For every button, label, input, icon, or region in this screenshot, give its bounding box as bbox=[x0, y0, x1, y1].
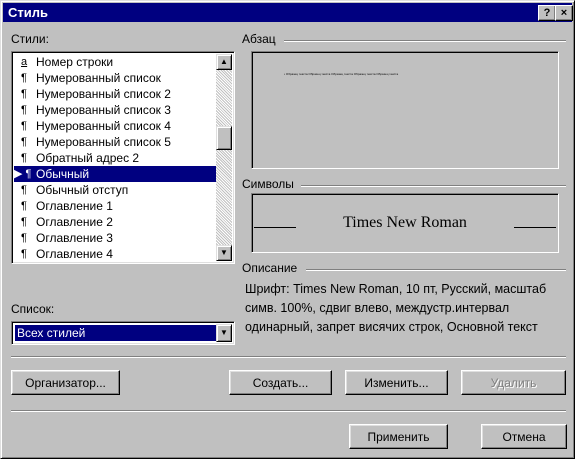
symbols-label: Символы bbox=[242, 177, 294, 191]
help-button[interactable]: ? bbox=[538, 5, 556, 21]
style-list-item[interactable]: ¶ Нумерованный список 5 bbox=[14, 134, 217, 150]
style-list-item-label: Нумерованный список 5 bbox=[36, 135, 171, 149]
paragraph-style-icon: ¶ bbox=[21, 216, 27, 228]
organizer-button[interactable]: Организатор... bbox=[11, 370, 120, 395]
style-list-item[interactable]: ¶ Обратный адрес 2 bbox=[14, 150, 217, 166]
style-list-item[interactable]: ¶ Нумерованный список 4 bbox=[14, 118, 217, 134]
baseline-right bbox=[514, 227, 556, 228]
title-bar[interactable]: Стиль ? × bbox=[3, 3, 573, 22]
separator-top bbox=[11, 356, 566, 358]
paragraph-style-icon: ▶ ¶ bbox=[14, 168, 32, 180]
style-list-item-label: Оглавление 2 bbox=[36, 215, 113, 229]
separator-bottom bbox=[11, 410, 566, 412]
style-list-item[interactable]: ¶ Обычный отступ bbox=[14, 182, 217, 198]
description-text: Шрифт: Times New Roman, 10 пт, Русский, … bbox=[245, 282, 547, 334]
style-list-item-label: Нумерованный список 3 bbox=[36, 103, 171, 117]
create-button[interactable]: Создать... bbox=[229, 370, 332, 395]
list-combobox[interactable]: Всех стилей ▼ bbox=[11, 321, 235, 345]
list-label: Список: bbox=[11, 302, 55, 316]
style-list-item-label: Оглавление 3 bbox=[36, 231, 113, 245]
style-list-item[interactable]: ¶ Оглавление 4 bbox=[14, 246, 217, 262]
paragraph-style-icon: ¶ bbox=[21, 152, 27, 164]
paragraph-divider bbox=[284, 40, 566, 42]
styles-scrollbar[interactable]: ▲ ▼ bbox=[216, 54, 232, 261]
paragraph-style-icon: ¶ bbox=[21, 232, 27, 244]
paragraph-style-icon: ¶ bbox=[21, 72, 27, 84]
style-list-item-label: Обычный bbox=[36, 167, 90, 181]
description-divider bbox=[306, 269, 566, 271]
paragraph-style-icon: ¶ bbox=[21, 184, 27, 196]
paragraph-style-icon: ¶ bbox=[21, 88, 27, 100]
style-list-item[interactable]: ¶ Оглавление 2 bbox=[14, 214, 217, 230]
styles-label: Стили: bbox=[11, 32, 49, 46]
delete-button[interactable]: Удалить bbox=[461, 370, 566, 395]
paragraph-style-icon: ¶ bbox=[21, 248, 27, 260]
paragraph-style-icon: ¶ bbox=[21, 104, 27, 116]
style-list-item-label: Обратный адрес 2 bbox=[36, 151, 140, 165]
modify-button[interactable]: Изменить... bbox=[345, 370, 448, 395]
paragraph-style-icon: ¶ bbox=[21, 136, 27, 148]
style-list-item-label: Оглавление 4 bbox=[36, 247, 113, 261]
style-list-item-label: Номер строки bbox=[36, 55, 114, 69]
style-list-item[interactable]: ¶ Нумерованный список 3 bbox=[14, 102, 217, 118]
description-label: Описание bbox=[242, 261, 298, 275]
style-list-item-label: Оглавление 1 bbox=[36, 199, 113, 213]
style-list-item[interactable]: ¶ Оглавление 3 bbox=[14, 230, 217, 246]
cancel-button[interactable]: Отмена bbox=[481, 424, 567, 449]
style-list-item[interactable]: ¶ Нумерованный список 2 bbox=[14, 86, 217, 102]
apply-button[interactable]: Применить bbox=[349, 424, 448, 449]
paragraph-style-icon: ¶ bbox=[21, 200, 27, 212]
font-preview-text: Times New Roman bbox=[343, 214, 467, 231]
paragraph-label: Абзац bbox=[242, 32, 276, 46]
dialog-title: Стиль bbox=[8, 5, 48, 20]
style-list-item[interactable]: ▶ ¶ Обычный bbox=[14, 166, 217, 182]
symbols-preview: Times New Roman bbox=[251, 193, 559, 253]
style-list-item[interactable]: ¶ Нумерованный список bbox=[14, 70, 217, 86]
styles-listbox[interactable]: a Номер строки ¶ Нумерованный список ¶ Нумеро… bbox=[11, 51, 235, 264]
list-selected-value[interactable]: Всех стилей bbox=[15, 325, 216, 341]
character-style-icon: a bbox=[21, 56, 28, 68]
style-dialog: Стиль ? × Стили: a Номер строки ¶ Нумерован… bbox=[0, 0, 575, 459]
paragraph-preview-text: • Образец текста Образец текста Образец … bbox=[284, 72, 399, 76]
scroll-down-icon[interactable]: ▼ bbox=[216, 245, 232, 261]
dropdown-arrow-icon[interactable]: ▼ bbox=[216, 324, 232, 342]
style-list-item-label: Обычный отступ bbox=[36, 183, 129, 197]
scroll-thumb[interactable] bbox=[216, 126, 232, 150]
symbols-divider bbox=[301, 185, 566, 187]
style-list-item-label: Нумерованный список 4 bbox=[36, 119, 171, 133]
close-button[interactable]: × bbox=[555, 5, 573, 21]
style-list-item[interactable]: ¶ Оглавление 1 bbox=[14, 198, 217, 214]
scroll-up-icon[interactable]: ▲ bbox=[216, 54, 232, 70]
style-list-item[interactable]: a Номер строки bbox=[14, 54, 217, 70]
style-list-item-label: Нумерованный список 2 bbox=[36, 87, 171, 101]
paragraph-style-icon: ¶ bbox=[21, 120, 27, 132]
style-list-item-label: Нумерованный список bbox=[36, 71, 161, 85]
paragraph-preview: • Образец текста Образец текста Образец … bbox=[251, 51, 559, 169]
